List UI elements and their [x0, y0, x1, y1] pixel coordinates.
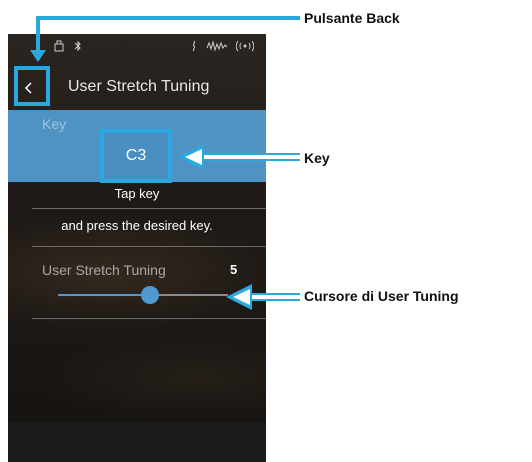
bluetooth-icon [74, 40, 82, 55]
callout-cursor: Cursore di User Tuning [304, 288, 459, 304]
back-button-highlight [14, 66, 50, 106]
key-label: Key [42, 116, 67, 132]
key-value: C3 [125, 147, 147, 164]
key-value-button[interactable]: C3 [100, 129, 172, 183]
divider [32, 208, 266, 209]
background-glow-lower [38, 334, 266, 424]
wireless-icon [235, 40, 255, 55]
stretch-tuning-slider[interactable] [58, 286, 228, 304]
page-title: User Stretch Tuning [68, 78, 210, 95]
instruction-line-1: Tap key [114, 186, 160, 201]
divider [32, 318, 266, 319]
slider-knob[interactable] [140, 286, 159, 304]
status-bar [8, 34, 266, 58]
callout-back-button: Pulsante Back [304, 10, 400, 26]
callout-key: Key [304, 150, 330, 166]
stretch-tuning-label: User Stretch Tuning [42, 262, 166, 278]
instruction-line-2: and press the desired key. [61, 218, 213, 233]
usb-icon [54, 40, 64, 55]
slider-fill [58, 294, 150, 296]
waveform-icon [206, 40, 228, 55]
divider [32, 246, 266, 247]
mic-icon [190, 40, 198, 55]
stretch-tuning-value: 5 [230, 262, 238, 277]
bottom-bar [8, 422, 266, 462]
